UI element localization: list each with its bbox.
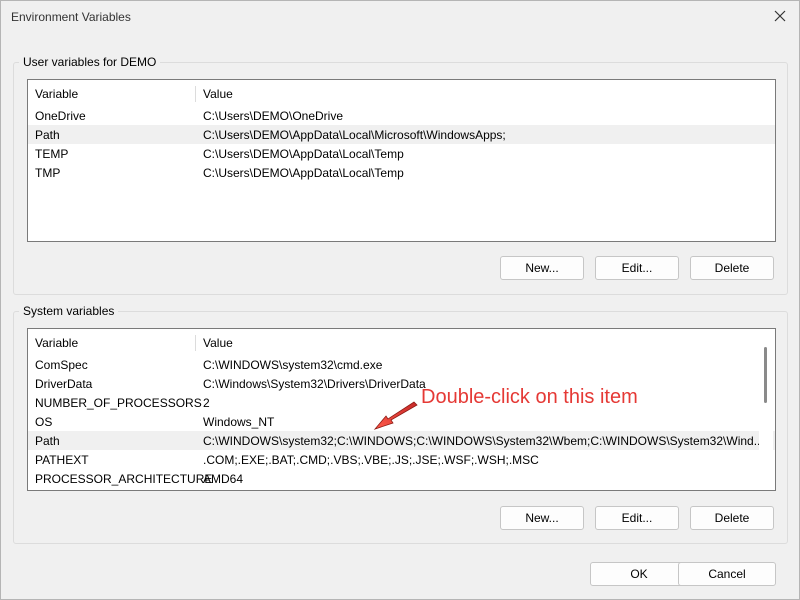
variable-value: Windows_NT <box>203 415 275 429</box>
column-header-variable[interactable]: Variable <box>35 336 78 350</box>
user-delete-button[interactable]: Delete <box>690 256 774 280</box>
table-row[interactable]: DriverData C:\Windows\System32\Drivers\D… <box>28 374 775 393</box>
table-row[interactable]: TEMP C:\Users\DEMO\AppData\Local\Temp <box>28 144 775 163</box>
table-row[interactable]: PROCESSOR_ARCHITECTURE AMD64 <box>28 469 775 488</box>
variable-name: OneDrive <box>35 109 86 123</box>
variable-name: Path <box>35 434 60 448</box>
variable-name: OS <box>35 415 53 429</box>
ok-button[interactable]: OK <box>590 562 688 586</box>
variable-value: C:\Users\DEMO\AppData\Local\Temp <box>203 166 404 180</box>
user-edit-button[interactable]: Edit... <box>595 256 679 280</box>
close-icon[interactable] <box>769 5 791 27</box>
annotation-arrow-icon <box>373 401 418 430</box>
variable-value: C:\Users\DEMO\AppData\Local\Temp <box>203 147 404 161</box>
table-row[interactable]: TMP C:\Users\DEMO\AppData\Local\Temp <box>28 163 775 182</box>
table-row[interactable]: ComSpec C:\WINDOWS\system32\cmd.exe <box>28 355 775 374</box>
variable-name: TMP <box>35 166 61 180</box>
variable-name: ComSpec <box>35 358 88 372</box>
user-variables-label: User variables for DEMO <box>19 55 161 69</box>
system-edit-button[interactable]: Edit... <box>595 506 679 530</box>
column-header-value[interactable]: Value <box>203 336 233 350</box>
user-new-button[interactable]: New... <box>500 256 584 280</box>
column-divider <box>195 335 196 351</box>
vertical-scrollbar[interactable] <box>759 329 773 488</box>
variable-value: C:\Users\DEMO\AppData\Local\Microsoft\Wi… <box>203 128 506 142</box>
column-divider <box>195 86 196 102</box>
system-new-button[interactable]: New... <box>500 506 584 530</box>
scrollbar-thumb[interactable] <box>764 347 767 403</box>
variable-name: PROCESSOR_ARCHITECTURE <box>35 472 213 486</box>
cancel-button[interactable]: Cancel <box>678 562 776 586</box>
variable-value: C:\WINDOWS\system32\cmd.exe <box>203 358 383 372</box>
table-row[interactable]: OneDrive C:\Users\DEMO\OneDrive <box>28 106 775 125</box>
variable-value: C:\Users\DEMO\OneDrive <box>203 109 344 123</box>
variable-name: TEMP <box>35 147 69 161</box>
system-delete-button[interactable]: Delete <box>690 506 774 530</box>
column-header-value[interactable]: Value <box>203 87 233 101</box>
title-bar: Environment Variables <box>1 1 799 33</box>
variable-value: C:\WINDOWS\system32;C:\WINDOWS;C:\WINDOW… <box>203 434 764 448</box>
column-header-variable[interactable]: Variable <box>35 87 78 101</box>
system-variables-label: System variables <box>19 304 119 318</box>
variable-name: DriverData <box>35 377 93 391</box>
window-title: Environment Variables <box>11 10 131 24</box>
variable-value: .COM;.EXE;.BAT;.CMD;.VBS;.VBE;.JS;.JSE;.… <box>203 453 539 467</box>
variable-value: C:\Windows\System32\Drivers\DriverData <box>203 377 426 391</box>
environment-variables-dialog: Environment Variables User variables for… <box>0 0 800 600</box>
variable-value: 2 <box>203 396 210 410</box>
variable-name: Path <box>35 128 60 142</box>
annotation-text: Double-click on this item <box>421 386 638 408</box>
list-header: Variable Value <box>28 329 775 357</box>
variable-name: PATHEXT <box>35 453 89 467</box>
table-row[interactable]: PATHEXT .COM;.EXE;.BAT;.CMD;.VBS;.VBE;.J… <box>28 450 775 469</box>
variable-name: NUMBER_OF_PROCESSORS <box>35 396 202 410</box>
variable-value: AMD64 <box>203 472 244 486</box>
list-header: Variable Value <box>28 80 775 108</box>
user-variables-list[interactable]: Variable Value OneDrive C:\Users\DEMO\On… <box>27 79 776 242</box>
table-row-path[interactable]: Path C:\WINDOWS\system32;C:\WINDOWS;C:\W… <box>28 431 775 450</box>
table-row[interactable]: Path C:\Users\DEMO\AppData\Local\Microso… <box>28 125 775 144</box>
